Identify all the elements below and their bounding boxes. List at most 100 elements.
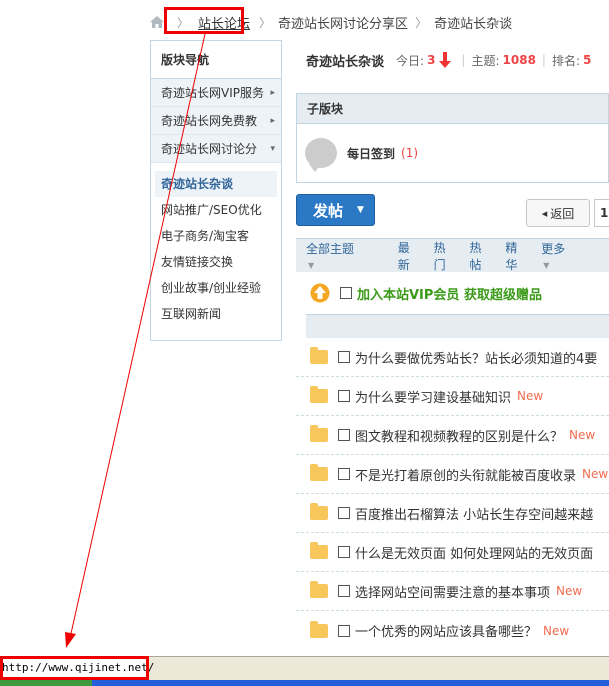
sidebar-category-label: 奇迹站长网免费教 [161, 114, 258, 128]
new-post-label: 发帖 [313, 201, 344, 220]
highlight-box-status [0, 656, 149, 680]
filter-hot-posts[interactable]: 热帖 [469, 239, 493, 273]
thread-title-link[interactable]: 为什么要做优秀站长？站长必须知道的4要 [355, 348, 597, 367]
folder-icon [310, 620, 328, 638]
thread-checkbox[interactable] [338, 429, 350, 441]
folder-icon [310, 347, 328, 364]
thread-checkbox[interactable] [338, 351, 350, 363]
thread-checkbox[interactable] [338, 585, 350, 597]
thread-title-link[interactable]: 图文教程和视频教程的区别是什么？ [355, 426, 563, 445]
breadcrumb-separator: 〉 [259, 15, 272, 30]
new-post-button[interactable]: 发帖 ▼ [296, 194, 375, 226]
header-divider: | [461, 53, 466, 67]
thread-checkbox[interactable] [338, 507, 350, 519]
filter-more-label: 更多 [541, 242, 566, 256]
sidebar-category-free[interactable]: 奇迹站长网免费教 ▸ [151, 107, 281, 135]
caret-down-icon: ▼ [357, 205, 364, 215]
subforum-panel: 子版块 每日签到 (1) [296, 93, 609, 183]
table-row: 百度推出石榴算法 小站长生存空间越来越 [296, 494, 609, 533]
thread-checkbox[interactable] [338, 624, 350, 637]
thread-filter-bar: 全部主题 ▼ 最新 热门 热帖 精华 更多 ▼ [296, 238, 609, 272]
breadcrumb-section-link[interactable]: 奇迹站长网讨论分享区 [278, 13, 408, 32]
forum-header: 奇迹站长杂谈 今日: 3 | 主题: 1088 | 排名: 5 [296, 40, 609, 80]
table-row: 不是光打着原创的头衔就能被百度收录 New [296, 455, 609, 494]
topics-label: 主题: [471, 53, 500, 68]
sidebar-item-news[interactable]: 互联网新闻 [151, 301, 281, 327]
sidebar-category-vip[interactable]: 奇迹站长网VIP服务 ▸ [151, 79, 281, 107]
subforum-link-checkin[interactable]: 每日签到 [347, 145, 395, 162]
home-icon[interactable] [150, 16, 164, 28]
page-number[interactable]: 1 [594, 199, 609, 227]
chevron-right-icon: ▸ [270, 116, 275, 126]
filter-hot[interactable]: 热门 [434, 239, 458, 273]
new-badge: New [569, 428, 596, 442]
forum-name: 奇迹站长杂谈 [306, 54, 385, 70]
thread-title-link[interactable]: 不是光打着原创的头衔就能被百度收录 [355, 465, 576, 484]
today-count: 3 [427, 53, 436, 67]
thread-title-link[interactable]: 什么是无效页面 如何处理网站的无效页面 [355, 543, 593, 562]
table-row: 为什么要做优秀站长？站长必须知道的4要 [296, 338, 609, 377]
thread-title-link[interactable]: 百度推出石榴算法 小站长生存空间越来越 [355, 504, 593, 523]
separator-bar [306, 314, 609, 338]
board-nav-sidebar: 版块导航 奇迹站长网VIP服务 ▸ 奇迹站长网免费教 ▸ 奇迹站长网讨论分 ▾ … [150, 40, 282, 341]
thread-checkbox[interactable] [338, 390, 350, 402]
folder-icon [310, 542, 328, 559]
subforum-title: 子版块 [297, 94, 608, 124]
table-row: 什么是无效页面 如何处理网站的无效页面 [296, 533, 609, 572]
folder-icon [310, 581, 328, 598]
left-blank-pane [0, 0, 148, 656]
table-row: 一个优秀的网站应该具备哪些？ New [296, 611, 609, 650]
sidebar-item-current[interactable]: 奇迹站长杂谈 [155, 171, 277, 197]
folder-icon [310, 464, 328, 481]
filter-latest[interactable]: 最新 [398, 239, 422, 273]
filter-more[interactable]: 更多 ▼ [541, 240, 597, 271]
sticky-thread: 加入本站VIP会员 获取超级赠品 [296, 276, 609, 310]
sidebar-category-label: 奇迹站长网VIP服务 [161, 86, 264, 100]
pin-top-icon [310, 283, 330, 303]
topics-count: 1088 [502, 53, 536, 67]
table-row: 图文教程和视频教程的区别是什么？ New [296, 416, 609, 455]
subforum-count: (1) [401, 146, 419, 160]
sidebar-item-links[interactable]: 友情链接交换 [151, 249, 281, 275]
highlight-box-forum [164, 7, 244, 34]
breadcrumb-separator: 〉 [415, 15, 428, 30]
new-badge: New [582, 467, 609, 481]
arrow-down-icon [439, 52, 452, 68]
caret-down-icon: ▼ [308, 261, 315, 270]
header-divider: | [541, 53, 546, 67]
sidebar-item-startup[interactable]: 创业故事/创业经验 [151, 275, 281, 301]
breadcrumb-board-link[interactable]: 奇迹站长杂谈 [434, 13, 512, 32]
filter-digest[interactable]: 精华 [505, 239, 529, 273]
chevron-down-icon: ▾ [270, 144, 275, 154]
back-button[interactable]: ◂ 返回 [526, 199, 590, 227]
folder-icon [310, 386, 328, 403]
start-button[interactable] [0, 680, 92, 686]
rank-label: 排名: [551, 53, 581, 68]
thread-checkbox[interactable] [338, 468, 350, 480]
rank-value: 5 [583, 53, 592, 67]
thread-title-link[interactable]: 选择网站空间需要注意的基本事项 [355, 582, 550, 601]
filter-all-label: 全部主题 [306, 242, 355, 256]
thread-checkbox[interactable] [338, 546, 350, 558]
new-badge: New [517, 389, 544, 403]
new-badge: New [543, 623, 570, 638]
sidebar-item-seo[interactable]: 网站推广/SEO优化 [151, 197, 281, 223]
thread-title-link[interactable]: 为什么要学习建设基础知识 [355, 387, 511, 406]
back-arrow-icon: ◂ [541, 206, 548, 220]
today-label: 今日: [396, 53, 425, 68]
table-row: 为什么要学习建设基础知识 New [296, 377, 609, 416]
sticky-thread-link[interactable]: 加入本站VIP会员 获取超级赠品 [357, 284, 542, 303]
sidebar-item-ecommerce[interactable]: 电子商务/淘宝客 [151, 223, 281, 249]
sidebar-title: 版块导航 [151, 41, 281, 79]
thread-checkbox[interactable] [340, 287, 352, 299]
chevron-right-icon: ▸ [270, 88, 275, 98]
table-row: 选择网站空间需要注意的基本事项 New [296, 572, 609, 611]
speech-bubble-icon [305, 138, 337, 172]
folder-icon [310, 503, 328, 520]
filter-all[interactable]: 全部主题 ▼ [306, 240, 386, 271]
thread-title-link[interactable]: 一个优秀的网站应该具备哪些？ [355, 621, 537, 640]
back-label: 返回 [550, 206, 575, 221]
sidebar-category-label: 奇迹站长网讨论分 [161, 142, 258, 156]
new-badge: New [556, 584, 583, 598]
sidebar-category-discuss[interactable]: 奇迹站长网讨论分 ▾ [151, 135, 281, 163]
